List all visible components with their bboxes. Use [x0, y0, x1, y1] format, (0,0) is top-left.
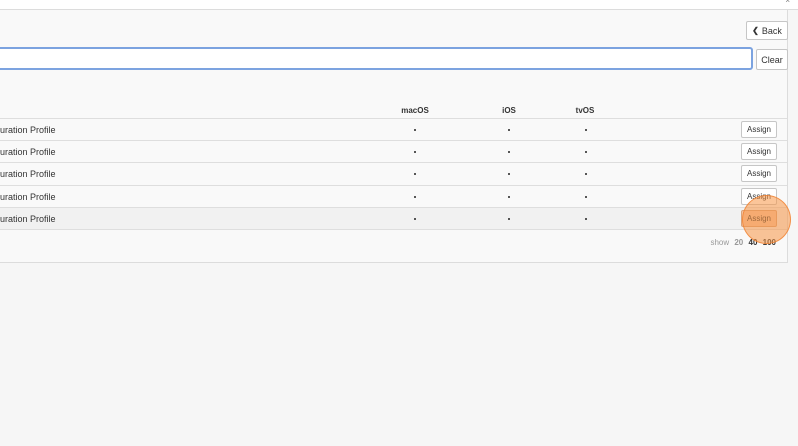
assign-button[interactable]: Assign: [741, 210, 777, 227]
column-header-macos: macOS: [401, 106, 429, 115]
macos-supported-dot: [414, 218, 416, 220]
macos-supported-dot: [414, 151, 416, 153]
macos-supported-dot: [414, 173, 416, 175]
table-row: uration Profile Assign: [0, 162, 787, 184]
ios-supported-dot: [508, 129, 510, 131]
back-button-label: Back: [761, 25, 782, 36]
close-icon[interactable]: ×: [785, 0, 790, 5]
ios-supported-dot: [508, 218, 510, 220]
page-size-option-40[interactable]: 40: [749, 238, 758, 247]
column-header-ios: iOS: [502, 106, 516, 115]
table-row: uration Profile Assign: [0, 207, 787, 229]
macos-supported-dot: [414, 129, 416, 131]
column-header-tvos: tvOS: [575, 106, 595, 115]
search-input[interactable]: [0, 47, 753, 70]
tvos-supported-dot: [585, 151, 587, 153]
profile-name: uration Profile: [0, 192, 56, 202]
tvos-supported-dot: [585, 129, 587, 131]
tvos-supported-dot: [585, 218, 587, 220]
page-size-option-20[interactable]: 20: [734, 238, 743, 247]
clear-button[interactable]: Clear: [756, 49, 788, 70]
profile-name: uration Profile: [0, 125, 56, 135]
profile-name: uration Profile: [0, 169, 56, 179]
pagination: show 20 40 100: [707, 238, 776, 247]
table-row: uration Profile Assign: [0, 118, 787, 140]
ios-supported-dot: [508, 173, 510, 175]
assign-button[interactable]: Assign: [741, 165, 777, 182]
assign-button[interactable]: Assign: [741, 188, 777, 205]
profile-name: uration Profile: [0, 147, 56, 157]
tvos-supported-dot: [585, 173, 587, 175]
profile-name: uration Profile: [0, 214, 56, 224]
macos-supported-dot: [414, 196, 416, 198]
tvos-supported-dot: [585, 196, 587, 198]
table-row: uration Profile Assign: [0, 140, 787, 162]
page-size-option-100[interactable]: 100: [763, 238, 776, 247]
table-bottom-divider: [0, 229, 787, 230]
clear-button-label: Clear: [761, 54, 783, 65]
chevron-left-icon: ❮: [752, 26, 759, 35]
top-bar: ×: [0, 0, 798, 10]
pagination-label: show: [710, 238, 730, 247]
assign-button[interactable]: Assign: [741, 143, 777, 160]
back-button[interactable]: ❮ Back: [746, 21, 788, 40]
assign-button[interactable]: Assign: [741, 121, 777, 138]
ios-supported-dot: [508, 196, 510, 198]
table-row: uration Profile Assign: [0, 185, 787, 207]
ios-supported-dot: [508, 151, 510, 153]
